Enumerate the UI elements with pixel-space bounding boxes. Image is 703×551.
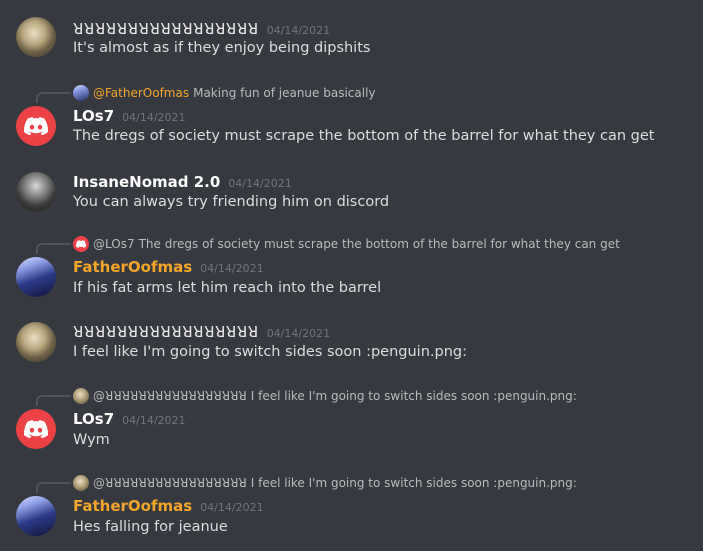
reply-text[interactable]: I feel like I'm going to switch sides so… xyxy=(251,476,577,490)
timestamp: 04/14/2021 xyxy=(122,414,186,427)
reply-spine xyxy=(36,243,71,254)
message-text: You can always try friending him on disc… xyxy=(73,194,390,210)
message-text: The dregs of society must scrape the bot… xyxy=(73,128,655,144)
reply-avatar xyxy=(73,475,89,491)
message-text: Hes falling for jeanue xyxy=(73,519,228,535)
author-name[interactable]: FatherOofmas xyxy=(73,497,192,515)
reply-preview[interactable]: @FatherOofmas Making fun of jeanue basic… xyxy=(73,85,376,101)
reply-text[interactable]: I feel like I'm going to switch sides so… xyxy=(251,389,577,403)
author-name[interactable]: InsaneNomad 2.0 xyxy=(73,173,220,191)
user-avatar[interactable] xyxy=(16,17,56,57)
reply-preview[interactable]: @ꓤꓤꓤꓤꓤꓤꓤꓤꓤꓤꓤꓤꓤꓤꓤꓤꓤ I feel like I'm going… xyxy=(73,475,577,491)
timestamp: 04/14/2021 xyxy=(200,262,264,275)
author-name[interactable]: LOs7 xyxy=(73,410,114,428)
reply-spine xyxy=(36,395,71,406)
reply-mention[interactable]: @ꓤꓤꓤꓤꓤꓤꓤꓤꓤꓤꓤꓤꓤꓤꓤꓤꓤ xyxy=(93,476,247,490)
author-name[interactable]: FatherOofmas xyxy=(73,258,192,276)
timestamp: 04/14/2021 xyxy=(228,177,292,190)
discord-logo-icon xyxy=(76,240,86,248)
message-text: Wym xyxy=(73,432,110,448)
user-avatar[interactable] xyxy=(16,409,56,449)
reply-preview[interactable]: @LOs7 The dregs of society must scrape t… xyxy=(73,236,620,252)
reply-avatar xyxy=(73,388,89,404)
user-avatar[interactable] xyxy=(16,257,56,297)
message-text: If his fat arms let him reach into the b… xyxy=(73,280,382,296)
user-avatar[interactable] xyxy=(16,322,56,362)
discord-logo-icon xyxy=(24,117,48,135)
user-avatar[interactable] xyxy=(16,106,56,146)
timestamp: 04/14/2021 xyxy=(200,501,264,514)
message-text: I feel like I'm going to switch sides so… xyxy=(73,344,467,360)
author-name[interactable]: LOs7 xyxy=(73,107,114,125)
timestamp: 04/14/2021 xyxy=(266,24,331,37)
discord-logo-icon xyxy=(24,420,48,438)
timestamp: 04/14/2021 xyxy=(266,327,331,340)
author-name[interactable]: ꓤꓤꓤꓤꓤꓤꓤꓤꓤꓤꓤꓤꓤꓤꓤꓤꓤ xyxy=(73,323,259,341)
reply-spine xyxy=(36,92,71,103)
reply-text[interactable]: The dregs of society must scrape the bot… xyxy=(139,237,620,251)
user-avatar[interactable] xyxy=(16,496,56,536)
message-text: It's almost as if they enjoy being dipsh… xyxy=(73,40,371,56)
reply-spine xyxy=(36,482,71,493)
author-name[interactable]: ꓤꓤꓤꓤꓤꓤꓤꓤꓤꓤꓤꓤꓤꓤꓤꓤꓤ xyxy=(73,20,259,38)
reply-mention[interactable]: @ꓤꓤꓤꓤꓤꓤꓤꓤꓤꓤꓤꓤꓤꓤꓤꓤꓤ xyxy=(93,389,247,403)
reply-preview[interactable]: @ꓤꓤꓤꓤꓤꓤꓤꓤꓤꓤꓤꓤꓤꓤꓤꓤꓤ I feel like I'm going… xyxy=(73,388,577,404)
user-avatar[interactable] xyxy=(16,172,56,212)
reply-avatar xyxy=(73,236,89,252)
timestamp: 04/14/2021 xyxy=(122,111,186,124)
reply-mention[interactable]: @FatherOofmas xyxy=(93,86,189,100)
reply-text[interactable]: Making fun of jeanue basically xyxy=(193,86,375,100)
reply-mention[interactable]: @LOs7 xyxy=(93,237,135,251)
reply-avatar xyxy=(73,85,89,101)
